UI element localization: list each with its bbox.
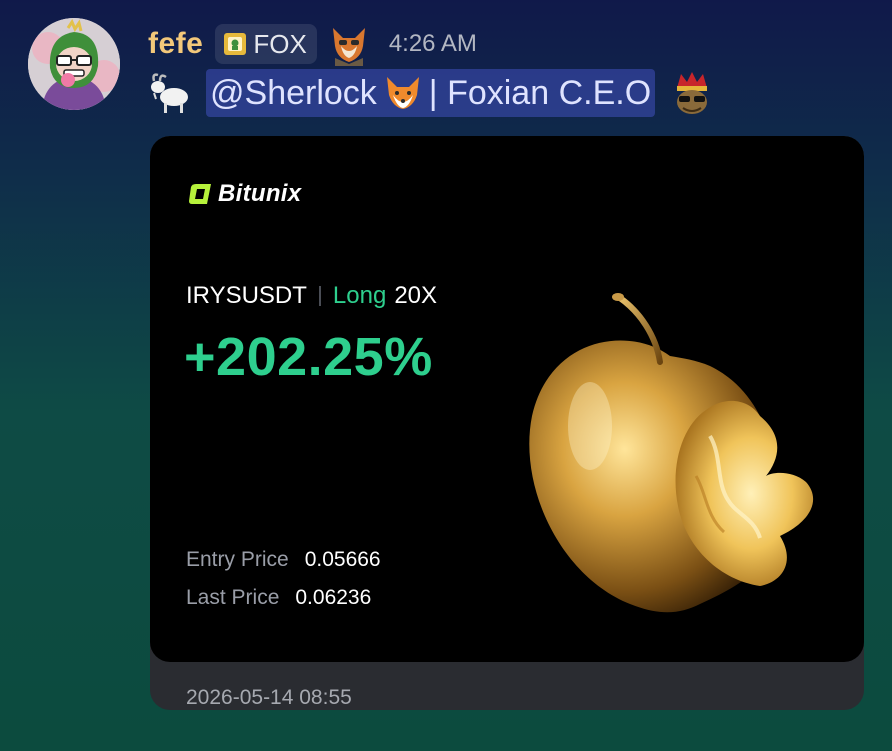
message-content: @Sherlock | Foxian C.E.O	[148, 68, 715, 118]
golden-apple-illustration	[510, 286, 840, 626]
avatar-image	[28, 18, 120, 110]
mention-suffix: | Foxian C.E.O	[428, 73, 652, 112]
last-price-label: Last Price	[186, 586, 280, 609]
username[interactable]: fefe	[148, 27, 203, 61]
pnl-percentage: +202.25%	[184, 327, 433, 387]
entry-price-label: Entry Price	[186, 548, 289, 571]
brand-logo: Bitunix	[188, 180, 301, 208]
brand-name: Bitunix	[218, 180, 302, 207]
user-mention[interactable]: @Sherlock | Foxian C.E.O	[206, 69, 656, 117]
position-side: Long	[332, 282, 387, 309]
pair-divider	[318, 286, 321, 306]
entry-price-value: 0.05666	[304, 548, 381, 571]
goat-emoji-icon	[148, 71, 196, 115]
message-timestamp[interactable]: 4:26 AM	[389, 30, 477, 58]
role-tag-label: FOX	[253, 28, 307, 59]
shield-icon	[223, 31, 247, 57]
crowned-king-emoji-icon	[669, 70, 715, 116]
trading-pair: IRYSUSDT	[186, 282, 307, 309]
pnl-card: Bitunix IRYSUSDT Long 20X +202.25% Entry…	[150, 136, 864, 662]
fox-face-icon	[383, 75, 423, 111]
last-price-row: Last Price 0.06236	[186, 586, 371, 610]
card-timestamp: 2026-05-14 08:55	[186, 686, 352, 709]
message-header: fefe FOX 4:26 AM	[148, 22, 477, 66]
fox-detective-emoji-icon	[327, 22, 371, 66]
bitunix-logo-icon	[188, 183, 212, 205]
embedded-image[interactable]: Bitunix IRYSUSDT Long 20X +202.25% Entry…	[150, 136, 864, 710]
entry-price-row: Entry Price 0.05666	[186, 548, 381, 572]
last-price-value: 0.06236	[295, 586, 372, 609]
mention-name: @Sherlock	[210, 73, 377, 112]
trade-pair-row: IRYSUSDT Long 20X	[186, 282, 437, 310]
role-tag[interactable]: FOX	[215, 24, 317, 64]
user-avatar[interactable]	[28, 18, 120, 110]
leverage: 20X	[394, 282, 438, 309]
